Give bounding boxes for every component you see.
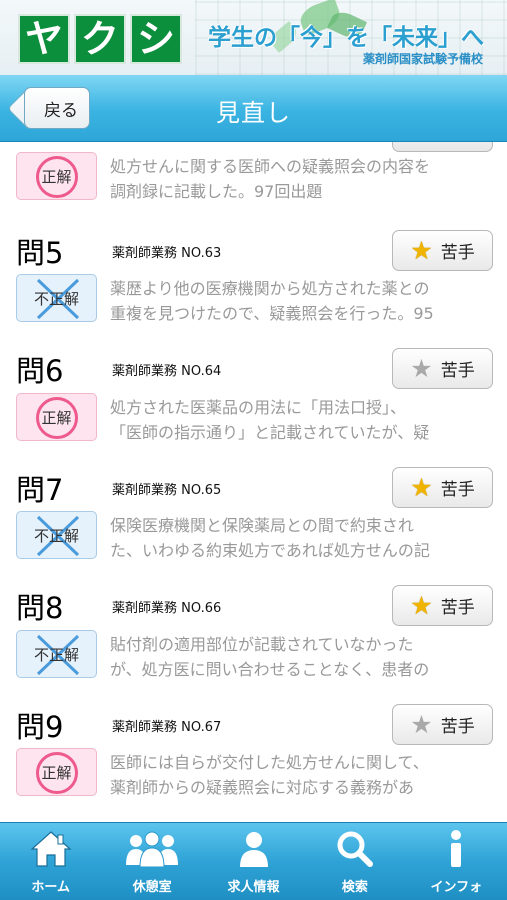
question-header: 問9 薬剤師業務 NO.67 ★ 苦手 (16, 704, 496, 745)
logo-char: シ (130, 14, 182, 64)
question-category: 薬剤師業務 NO.64 (112, 364, 222, 379)
person-icon (239, 832, 268, 867)
tab-lounge[interactable]: 休憩室 (101, 823, 202, 900)
result-badge-wrong: 不正解 (16, 274, 97, 322)
question-text: 医師には自らが交付した処方せんに関して、 薬剤師からの疑義照会に対応する義務があ (110, 750, 494, 802)
question-text-line: 処方せんに関する医師への疑義照会の内容を (110, 157, 431, 176)
logo-char: ク (74, 14, 126, 64)
question-number: 問5 (16, 236, 64, 270)
list-item[interactable]: 正解 処方された医薬品の用法に「用法口授」、 「医師の指示通り」と記載されていた… (16, 393, 496, 453)
logo-char: ヤ (18, 14, 70, 64)
navigation-bar: 戻る 見直し (0, 75, 507, 142)
question-text-line: 重複を見つけたので、疑義照会を行った。95 (110, 304, 434, 323)
info-icon (451, 830, 462, 867)
question-category: 薬剤師業務 NO.63 (112, 246, 222, 261)
question-text: 処方せんに関する医師への疑義照会の内容を 調剤録に記載した。97回出題 (110, 154, 494, 206)
badge-label: 正解 (41, 763, 72, 782)
favorite-label: 苦手 (440, 243, 475, 263)
tab-label: ホーム (31, 880, 71, 895)
banner-school-name: 薬剤師国家試験予備校 (362, 52, 483, 66)
question-text: 薬歴より他の医療機関から処方された薬との 重複を見つけたので、疑義照会を行った。… (110, 276, 494, 328)
star-filled-icon: ★ (410, 591, 433, 620)
badge-label: 不正解 (33, 526, 79, 545)
question-category: 薬剤師業務 NO.66 (112, 601, 222, 616)
favorite-label: 苦手 (440, 361, 475, 381)
tab-label: 求人情報 (227, 880, 280, 895)
star-filled-icon: ★ (410, 236, 433, 265)
question-header: 問7 薬剤師業務 NO.65 ★ 苦手 (16, 467, 496, 508)
question-header: 問5 薬剤師業務 NO.63 ★ 苦手 (16, 230, 496, 271)
question-text-line: 薬剤師からの疑義照会に対応する義務があ (110, 778, 415, 797)
question-category: 薬剤師業務 NO.65 (112, 483, 222, 498)
question-text: 保険医療機関と保険薬局との間で約束され た、いわゆる約束処方であれば処方せんの記 (110, 513, 494, 565)
tab-info[interactable]: インフォ (406, 823, 507, 900)
question-category: 薬剤師業務 NO.67 (112, 720, 222, 735)
favorite-label: 苦手 (440, 717, 475, 737)
list-item[interactable]: 不正解 薬歴より他の医療機関から処方された薬との 重複を見つけたので、疑義照会を… (16, 274, 496, 334)
review-list[interactable]: 正解 処方せんに関する医師への疑義照会の内容を 調剤録に記載した。97回出題 問… (0, 142, 507, 822)
tab-label: 休憩室 (132, 880, 172, 895)
question-text-line: 保険医療機関と保険薬局との間で約束され (110, 516, 414, 535)
list-item[interactable]: 正解 医師には自らが交付した処方せんに関して、 薬剤師からの疑義照会に対応する義… (16, 748, 496, 808)
question-text-line: た、いわゆる約束処方であれば処方せんの記 (110, 541, 430, 560)
yakushi-logo: ヤ ク シ (18, 14, 182, 64)
result-badge-wrong: 不正解 (16, 511, 97, 559)
back-button[interactable]: 戻る (24, 87, 90, 129)
badge-label: 正解 (41, 408, 72, 427)
result-badge-wrong: 不正解 (16, 630, 97, 678)
result-badge-correct: 正解 (16, 748, 97, 796)
question-number: 問6 (16, 354, 64, 388)
search-icon (337, 831, 373, 867)
favorite-button[interactable]: ★ 苦手 (392, 585, 493, 626)
question-number: 問8 (16, 591, 64, 625)
question-text-line: 薬歴より他の医療機関から処方された薬との (110, 279, 430, 298)
list-item[interactable]: 不正解 保険医療機関と保険薬局との間で約束され た、いわゆる約束処方であれば処方… (16, 511, 496, 571)
favorite-button-partial[interactable] (392, 142, 493, 152)
badge-label: 不正解 (33, 645, 79, 664)
question-text: 処方された医薬品の用法に「用法口授」、 「医師の指示通り」と記載されていたが、疑 (110, 395, 494, 447)
result-badge-correct: 正解 (16, 393, 97, 441)
tab-bar: ホーム 休憩室 求人情報 検索 インフォ (0, 822, 507, 900)
home-icon (30, 831, 72, 867)
tab-home[interactable]: ホーム (0, 823, 101, 900)
tab-search[interactable]: 検索 (304, 823, 405, 900)
tab-label: 検索 (341, 880, 368, 895)
question-text-line: 「医師の指示通り」と記載されていたが、疑 (110, 423, 430, 442)
question-text-line: 調剤録に記載した。97回出題 (110, 182, 323, 201)
favorite-label: 苦手 (440, 598, 475, 618)
question-number: 問9 (16, 710, 64, 744)
question-text-line: が、処方医に問い合わせることなく、患者の (110, 660, 430, 679)
question-text-line: 医師には自らが交付した処方せんに関して、 (110, 753, 429, 772)
banner-slogan: 学生の「今」を「未来」へ (208, 25, 484, 51)
question-text-line: 貼付剤の適用部位が記載されていなかった (110, 635, 414, 654)
star-empty-icon: ★ (410, 710, 433, 739)
tab-label: インフォ (430, 880, 483, 895)
question-header: 問6 薬剤師業務 NO.64 ★ 苦手 (16, 348, 496, 389)
list-item[interactable]: 不正解 貼付剤の適用部位が記載されていなかった が、処方医に問い合わせることなく… (16, 630, 496, 690)
result-badge-correct: 正解 (16, 152, 97, 200)
list-item-partial[interactable]: 正解 処方せんに関する医師への疑義照会の内容を 調剤録に記載した。97回出題 (16, 152, 496, 212)
star-filled-icon: ★ (410, 473, 433, 502)
favorite-button[interactable]: ★ 苦手 (392, 230, 493, 271)
question-number: 問7 (16, 473, 64, 507)
back-button-label: 戻る (44, 100, 78, 121)
question-text: 貼付剤の適用部位が記載されていなかった が、処方医に問い合わせることなく、患者の (110, 632, 494, 684)
people-icon (126, 831, 179, 868)
favorite-button[interactable]: ★ 苦手 (392, 467, 493, 508)
favorite-label: 苦手 (440, 480, 475, 500)
favorite-button[interactable]: ★ 苦手 (392, 348, 493, 389)
star-empty-icon: ★ (410, 354, 433, 383)
question-text-line: 処方された医薬品の用法に「用法口授」、 (110, 398, 407, 417)
app-banner: ヤ ク シ 学生の「今」を「未来」へ 薬剤師国家試験予備校 (0, 0, 507, 75)
tab-jobs[interactable]: 求人情報 (203, 823, 304, 900)
favorite-button[interactable]: ★ 苦手 (392, 704, 493, 745)
badge-label: 正解 (41, 167, 72, 186)
question-header: 問8 薬剤師業務 NO.66 ★ 苦手 (16, 585, 496, 626)
badge-label: 不正解 (33, 289, 79, 308)
